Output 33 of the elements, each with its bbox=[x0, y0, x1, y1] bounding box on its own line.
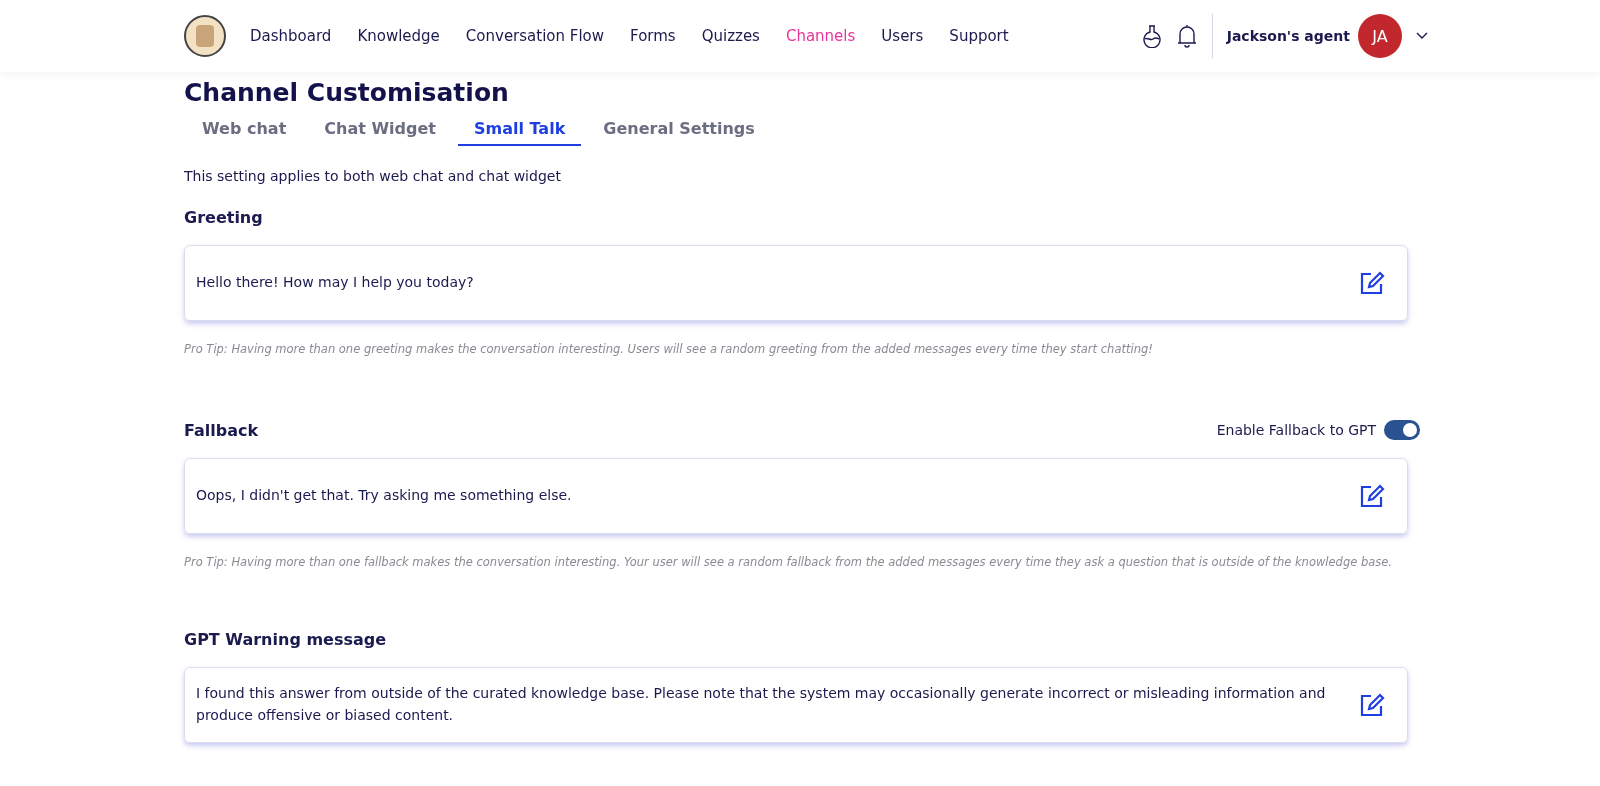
nav-link[interactable]: Users bbox=[881, 27, 924, 45]
tab[interactable]: Web chat bbox=[186, 115, 303, 146]
nav-link[interactable]: Channels bbox=[785, 27, 856, 45]
edit-icon[interactable] bbox=[1359, 483, 1385, 510]
account-name[interactable]: Jackson's agent bbox=[1226, 28, 1350, 44]
edit-icon[interactable] bbox=[1359, 691, 1385, 718]
tab[interactable]: Chat Widget bbox=[308, 115, 452, 146]
bell-icon[interactable] bbox=[1175, 24, 1198, 48]
nav-link[interactable]: Support bbox=[949, 27, 1009, 45]
avatar-initials[interactable]: JA bbox=[1358, 14, 1402, 58]
page-title: Channel Customisation bbox=[184, 78, 510, 107]
pro-tip-text: Pro Tip: Having more than one greeting makes the conversation interesting. Users will see a random greeting from the added messages every time they start chatting! bbox=[184, 341, 1154, 358]
toggle-switch[interactable] bbox=[1384, 420, 1420, 441]
edit-icon[interactable] bbox=[1359, 270, 1385, 296]
section-heading: GPT Warning message bbox=[184, 629, 387, 649]
nav-link[interactable]: Forms bbox=[630, 27, 676, 45]
nav-link[interactable]: Quizzes bbox=[701, 27, 760, 45]
description-text: This setting applies to both web chat and chat widget bbox=[184, 168, 562, 184]
nav-link[interactable]: Conversation Flow bbox=[465, 27, 605, 45]
message-text: I found this answer from outside of the curated knowledge base. Please note that the system may occasionally generate incorrect or misleading information and produce offensive or biased content. bbox=[196, 683, 1327, 725]
nav-link[interactable]: Knowledge bbox=[357, 27, 440, 45]
message-text: Oops, I didn't get that. Try asking me something else. bbox=[196, 486, 572, 506]
message-text: Hello there! How may I help you today? bbox=[196, 273, 474, 293]
flask-icon[interactable] bbox=[1141, 24, 1162, 48]
nav-link[interactable]: Dashboard bbox=[250, 27, 332, 45]
toggle-label: Enable Fallback to GPT bbox=[1216, 422, 1376, 439]
section-heading: Greeting bbox=[184, 208, 263, 227]
avatar-logo-icon[interactable] bbox=[184, 15, 226, 57]
chevron-down-icon[interactable] bbox=[1416, 32, 1428, 40]
tab[interactable]: General Settings bbox=[587, 115, 771, 146]
tab[interactable]: Small Talk bbox=[457, 115, 582, 146]
pro-tip-text: Pro Tip: Having more than one fallback makes the conversation interesting. Your user will see a random fallback from the added messages every time they ask a question that is outside of the knowledge base. bbox=[184, 554, 1393, 572]
section-heading: Fallback bbox=[184, 420, 259, 440]
